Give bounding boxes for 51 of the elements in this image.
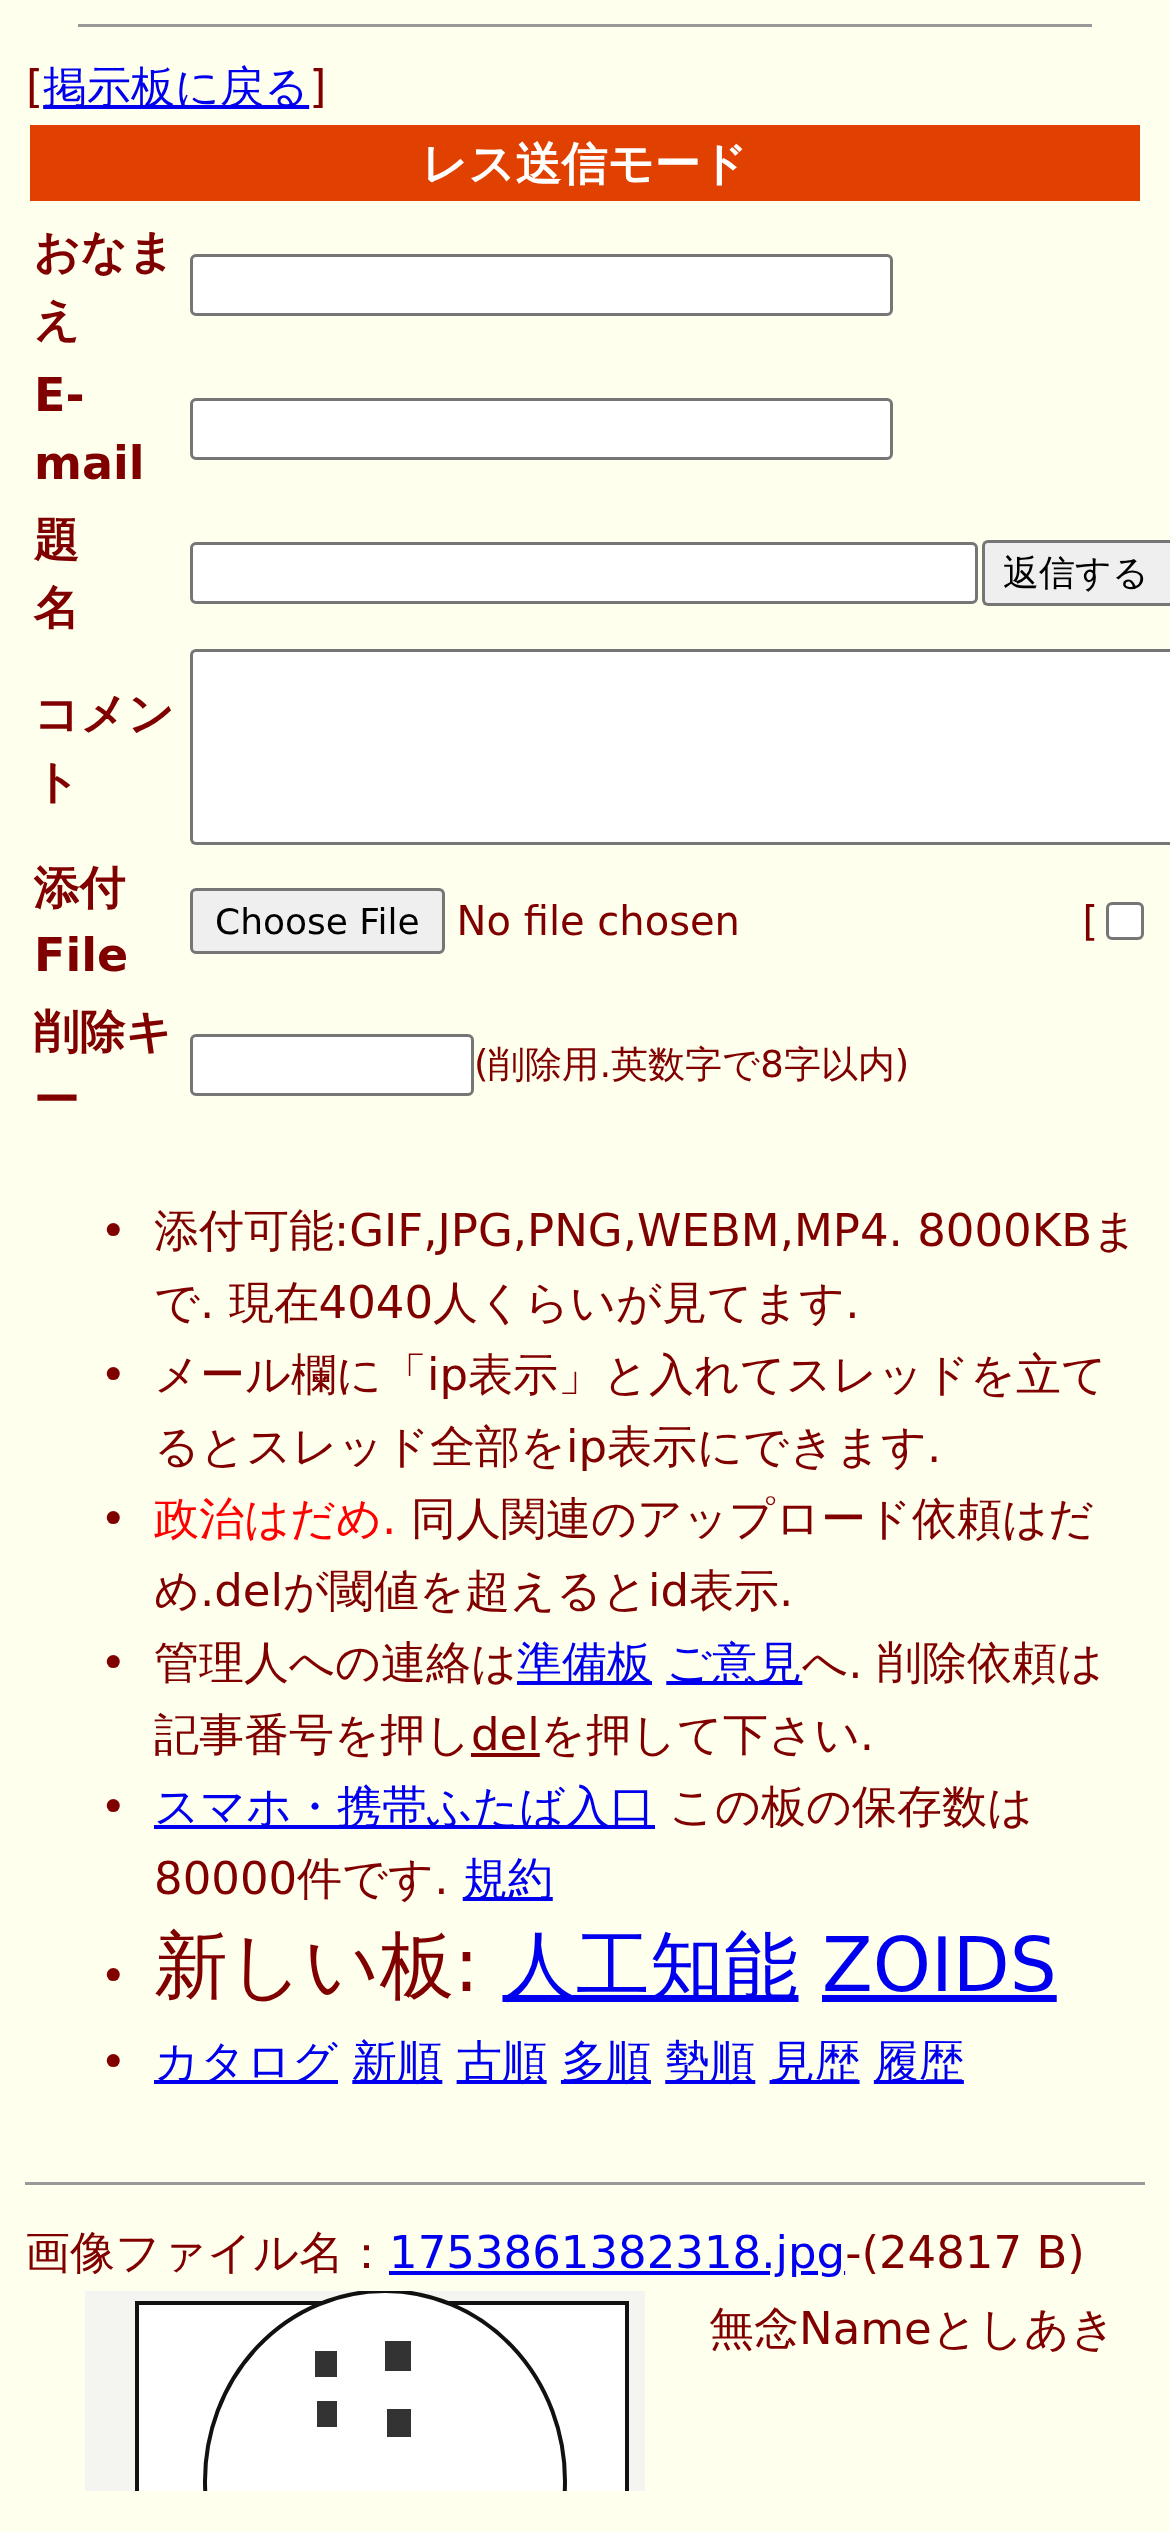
file-label: 画像ファイル名： bbox=[25, 2226, 389, 2279]
link[interactable]: 履歴 bbox=[873, 2035, 964, 2088]
link[interactable]: 規約 bbox=[462, 1852, 553, 1905]
back-link[interactable]: 掲示板に戻る bbox=[43, 61, 310, 112]
link[interactable]: 見歴 bbox=[769, 2035, 860, 2088]
link[interactable]: ご意見 bbox=[666, 1636, 803, 1689]
link[interactable]: 多順 bbox=[560, 2035, 651, 2088]
field-label: おなまえ bbox=[34, 223, 176, 348]
notice-text: メール欄に「ip表示」と入れてスレッドを立てるとスレッド全部をip表示にできます. bbox=[154, 1347, 1109, 1475]
bracket: [ bbox=[26, 61, 44, 112]
field-label: 題名 bbox=[34, 511, 81, 636]
text-field[interactable] bbox=[190, 254, 893, 316]
notice-text: 管理人への連絡は準備板 ご意見へ. 削除依頼は記事番号を押し delを押して下さい. bbox=[154, 1635, 1104, 1763]
notice-text: スマホ・携帯ふたば入口 この板の保存数は80000件です. 規約 bbox=[154, 1779, 1035, 1907]
bullet: • bbox=[100, 1948, 128, 2004]
reply-button[interactable]: 返信する bbox=[982, 540, 1170, 606]
comment-field[interactable] bbox=[190, 649, 1170, 845]
delete-key-field[interactable] bbox=[190, 1034, 474, 1096]
bullet: • bbox=[100, 1491, 128, 1547]
link[interactable]: 勢順 bbox=[665, 2035, 756, 2088]
choose-file-button[interactable]: Choose File bbox=[190, 888, 445, 954]
field-label: コメント bbox=[34, 685, 176, 810]
bracket: [ bbox=[1082, 898, 1098, 944]
link[interactable]: スマホ・携帯ふたば入口 bbox=[154, 1780, 655, 1833]
field-label: 削除キー bbox=[34, 1003, 174, 1128]
bullet: • bbox=[100, 2034, 128, 2090]
link[interactable]: カタログ bbox=[154, 2035, 338, 2088]
bullet: • bbox=[100, 1635, 128, 1691]
link[interactable]: 新順 bbox=[352, 2035, 443, 2088]
link[interactable]: 古順 bbox=[456, 2035, 547, 2088]
notice-text: 添付可能:GIF,JPG,PNG,WEBM,MP4. 8000KBまで. 現在4040人くらいが見てます. bbox=[154, 1203, 1140, 1331]
link[interactable]: 人工知能 bbox=[502, 1922, 799, 2008]
notice-text: 新しい板: 人工知能 ZOIDS bbox=[154, 1921, 1057, 2010]
bullet: • bbox=[100, 1203, 128, 1259]
notice-text: 政治はだめ. 同人関連のアップロード依頼はだめ.delが閾値を超えるとid表示. bbox=[154, 1491, 1095, 1619]
field-label: 添付File bbox=[34, 859, 130, 984]
text-field[interactable] bbox=[190, 398, 893, 460]
subject-field[interactable] bbox=[190, 542, 978, 604]
link[interactable]: ZOIDS bbox=[822, 1922, 1057, 2008]
bullet: • bbox=[100, 1779, 128, 1835]
poster-name: 無念Nameとしあき bbox=[709, 2301, 1116, 2357]
bracket: ] bbox=[309, 61, 327, 112]
field-label: E-mail bbox=[34, 367, 146, 492]
file-link[interactable]: 1753861382318.jpg bbox=[389, 2226, 846, 2279]
file-size: -(24817 B) bbox=[845, 2226, 1085, 2279]
bullet: • bbox=[100, 1347, 128, 1403]
form-title: レス送信モード bbox=[30, 125, 1140, 201]
hint-text: (削除用.英数字で8字以内) bbox=[474, 1042, 910, 1088]
checkbox[interactable] bbox=[1106, 902, 1144, 940]
file-status: No file chosen bbox=[456, 898, 741, 944]
link[interactable]: 準備板 bbox=[517, 1636, 652, 1689]
